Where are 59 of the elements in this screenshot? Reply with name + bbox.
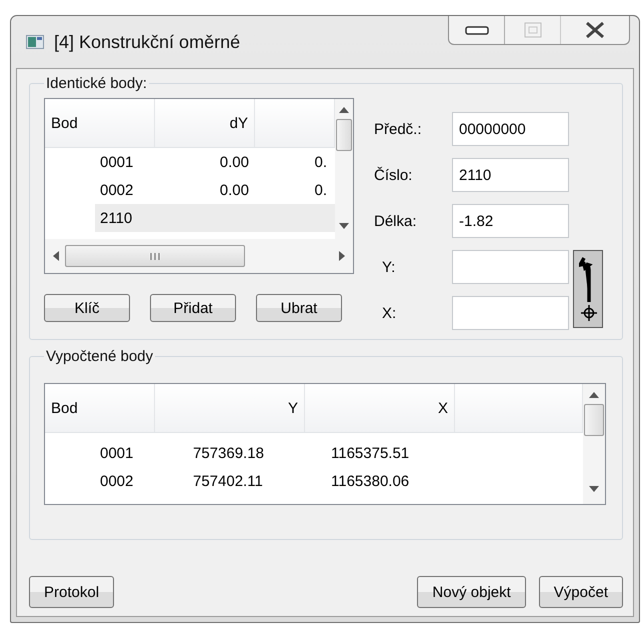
- vertical-scrollbar[interactable]: [335, 99, 353, 239]
- action-button[interactable]: Ubrat: [256, 294, 342, 322]
- table-row[interactable]: 0002 0.00 0.: [45, 176, 335, 204]
- window-title: [4] Konstrukční oměrné: [54, 32, 242, 52]
- group-title: Vypočtené body: [45, 348, 154, 365]
- column-header[interactable]: Bod: [51, 114, 78, 132]
- minimize-icon: [464, 26, 488, 34]
- pick-point-button[interactable]: [573, 250, 603, 328]
- scroll-up-icon[interactable]: [339, 107, 349, 113]
- scroll-up-icon[interactable]: [589, 392, 599, 398]
- column-header[interactable]: Bod: [51, 400, 78, 416]
- input-field[interactable]: 2110: [452, 158, 569, 192]
- app-icon: [26, 35, 44, 49]
- table-cell: 757369.18: [193, 444, 264, 462]
- scroll-left-icon[interactable]: [53, 251, 59, 261]
- table-cell: 0.: [314, 154, 327, 170]
- scroll-thumb[interactable]: [336, 119, 352, 151]
- table-cell: 0001: [100, 444, 134, 462]
- scroll-down-icon[interactable]: [339, 223, 349, 229]
- table-cell: 0002: [100, 472, 134, 490]
- group-title: Identické body:: [45, 75, 148, 92]
- field-label: Délka:: [374, 212, 418, 230]
- input-field[interactable]: 00000000: [452, 112, 569, 146]
- action-button[interactable]: Výpočet: [538, 576, 623, 608]
- field-label: Předč.:: [374, 120, 423, 138]
- vertical-scrollbar[interactable]: [583, 384, 605, 504]
- table-cell: 757402.11: [193, 472, 263, 490]
- list-view[interactable]: Bod Y X 0001 757369.18 1165375.51 0002 757402.11 1165380.06: [44, 383, 606, 505]
- scroll-down-icon[interactable]: [589, 486, 599, 492]
- column-header[interactable]: dY: [230, 114, 248, 132]
- input-field[interactable]: -1.82: [452, 204, 569, 238]
- scroll-right-icon[interactable]: [339, 251, 345, 261]
- input-field[interactable]: [452, 296, 569, 330]
- action-button[interactable]: Protokol: [29, 576, 114, 608]
- column-header[interactable]: Y: [288, 400, 298, 416]
- scroll-thumb[interactable]: [584, 404, 604, 436]
- horizontal-scrollbar[interactable]: [45, 239, 353, 273]
- table-cell: 0001: [100, 154, 134, 170]
- table-row[interactable]: 0001 0.00 0.: [45, 148, 335, 176]
- table-row[interactable]: 0001 757369.18 1165375.51: [45, 439, 583, 467]
- column-header[interactable]: X: [438, 400, 448, 416]
- scroll-thumb[interactable]: [65, 245, 245, 267]
- table-cell: 0.00: [220, 154, 249, 170]
- table-cell: 1165380.06: [331, 472, 410, 490]
- table-cell: 0002: [100, 182, 134, 198]
- table-cell: 1165375.51: [331, 444, 410, 462]
- table-row[interactable]: 0002 757402.11 1165380.06: [45, 467, 583, 495]
- table-cell: 2110: [100, 210, 132, 226]
- field-label: Číslo:: [374, 166, 414, 184]
- action-button[interactable]: Nový objekt: [417, 576, 526, 608]
- action-button[interactable]: Klíč: [44, 294, 130, 322]
- action-button[interactable]: Přidat: [150, 294, 236, 322]
- list-view[interactable]: Bod dY 0001 0.00 0. 0002 0.00 0. 2110: [44, 98, 354, 274]
- field-label: Y:: [381, 258, 396, 276]
- table-cell: 0.: [314, 182, 327, 198]
- field-label: X:: [381, 304, 398, 322]
- table-cell: 0.00: [220, 182, 249, 198]
- grip-icon: [150, 252, 160, 260]
- input-field[interactable]: [452, 250, 569, 284]
